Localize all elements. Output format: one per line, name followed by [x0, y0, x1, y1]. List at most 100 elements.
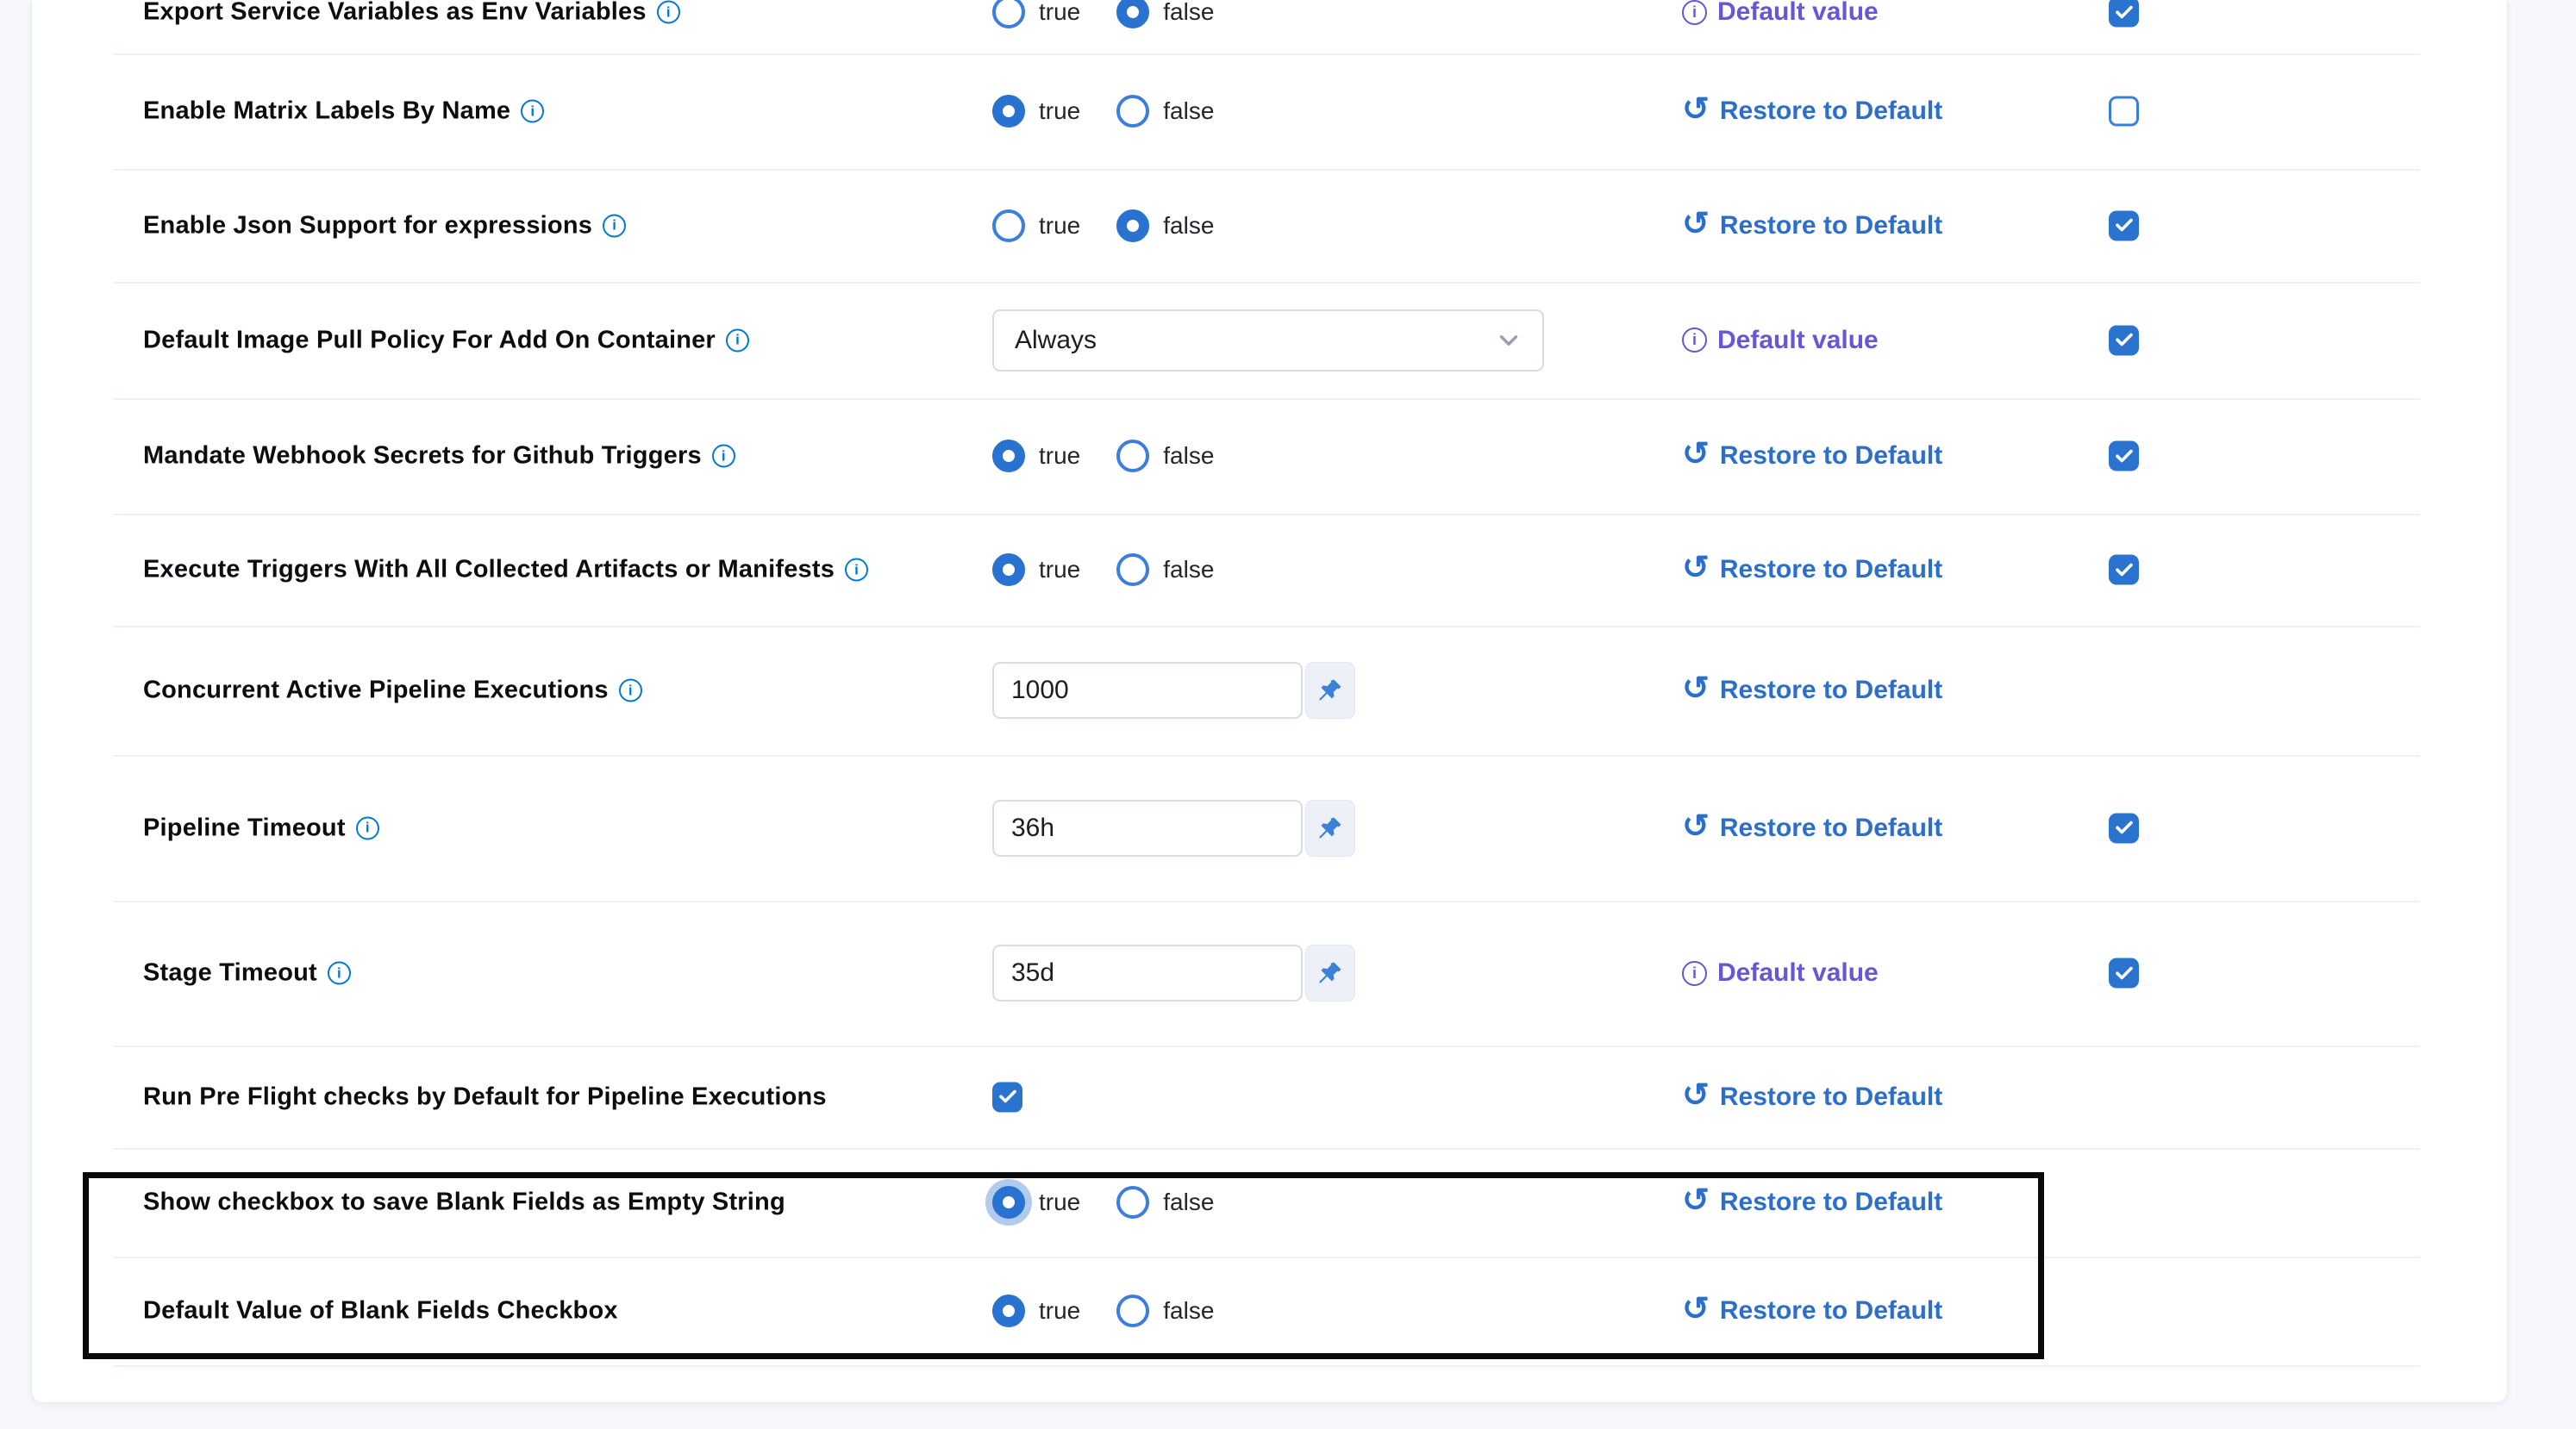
settings-panel: Export Service Variables as Env Variable… — [31, 0, 2508, 1403]
radio-true-label[interactable]: true — [1039, 442, 1080, 470]
restore-to-default-link[interactable]: ↺ Restore to Default — [1682, 95, 1942, 128]
radio-group: true false — [992, 1186, 1236, 1219]
setting-row: Pipeline Timeout i ↺ Restore to Default — [32, 755, 2507, 901]
setting-label: Pipeline Timeout — [143, 814, 346, 842]
radio-true[interactable] — [992, 95, 1025, 128]
radio-false-label[interactable]: false — [1163, 97, 1214, 125]
radio-true-label[interactable]: true — [1039, 97, 1080, 125]
stage-timeout-input[interactable] — [992, 945, 1303, 1002]
restore-icon: ↺ — [1682, 672, 1710, 705]
radio-true[interactable] — [992, 0, 1025, 28]
setting-row: Enable Json Support for expressions i tr… — [32, 169, 2507, 282]
allow-override-checkbox[interactable] — [2109, 813, 2139, 843]
radio-false-label[interactable]: false — [1163, 1297, 1214, 1325]
radio-false[interactable] — [1116, 1295, 1149, 1327]
info-icon[interactable]: i — [1682, 328, 1707, 353]
pin-button[interactable] — [1305, 800, 1355, 857]
restore-to-default-link[interactable]: ↺ Restore to Default — [1682, 812, 1942, 845]
preflight-checkbox[interactable] — [992, 1082, 1022, 1112]
pin-icon — [1316, 814, 1344, 842]
chevron-down-icon — [1494, 326, 1523, 355]
pin-icon — [1316, 677, 1344, 704]
radio-false[interactable] — [1116, 553, 1149, 586]
image-pull-policy-select[interactable]: Always — [992, 309, 1544, 371]
radio-false-label[interactable]: false — [1163, 556, 1214, 583]
info-icon[interactable]: i — [603, 214, 626, 237]
info-icon[interactable]: i — [356, 816, 379, 839]
setting-label: Concurrent Active Pipeline Executions — [143, 677, 609, 705]
setting-label: Execute Triggers With All Collected Arti… — [143, 556, 835, 584]
restore-to-default-link[interactable]: ↺ Restore to Default — [1682, 674, 1942, 707]
setting-label: Default Value of Blank Fields Checkbox — [143, 1297, 618, 1326]
default-value-indicator: i Default value — [1682, 958, 1879, 988]
info-icon[interactable]: i — [657, 1, 680, 24]
pin-button[interactable] — [1305, 945, 1355, 1002]
radio-false[interactable] — [1116, 95, 1149, 128]
allow-override-checkbox[interactable] — [2109, 97, 2139, 127]
restore-to-default-link[interactable]: ↺ Restore to Default — [1682, 1295, 1942, 1327]
input-with-pin — [992, 800, 1355, 857]
radio-true[interactable] — [992, 440, 1025, 472]
allow-override-checkbox[interactable] — [2109, 958, 2139, 989]
info-icon[interactable]: i — [845, 558, 868, 582]
setting-label: Enable Matrix Labels By Name — [143, 97, 510, 126]
allow-override-checkbox[interactable] — [2109, 555, 2139, 585]
status-label: Restore to Default — [1720, 1083, 1942, 1112]
radio-false[interactable] — [1116, 0, 1149, 28]
restore-to-default-link[interactable]: ↺ Restore to Default — [1682, 440, 1942, 472]
allow-override-checkbox[interactable] — [2109, 441, 2139, 471]
info-icon[interactable]: i — [619, 679, 642, 702]
setting-row: Mandate Webhook Secrets for Github Trigg… — [32, 398, 2507, 514]
radio-group: true false — [992, 95, 1236, 128]
radio-false-label[interactable]: false — [1163, 1189, 1214, 1216]
restore-to-default-link[interactable]: ↺ Restore to Default — [1682, 209, 1942, 242]
radio-false[interactable] — [1116, 209, 1149, 242]
radio-false-label[interactable]: false — [1163, 0, 1214, 26]
info-icon[interactable]: i — [712, 445, 735, 468]
concurrent-executions-input[interactable] — [992, 662, 1303, 719]
radio-true[interactable] — [992, 209, 1025, 242]
radio-true[interactable] — [992, 553, 1025, 586]
restore-icon: ↺ — [1682, 1293, 1710, 1326]
radio-false-label[interactable]: false — [1163, 442, 1214, 470]
default-value-indicator: i Default value — [1682, 326, 1879, 355]
radio-true-label[interactable]: true — [1039, 556, 1080, 583]
pipeline-timeout-input[interactable] — [992, 800, 1303, 857]
radio-false[interactable] — [1116, 1186, 1149, 1219]
radio-true-label[interactable]: true — [1039, 212, 1080, 240]
radio-true-label[interactable]: true — [1039, 0, 1080, 26]
allow-override-checkbox[interactable] — [2109, 325, 2139, 355]
restore-to-default-link[interactable]: ↺ Restore to Default — [1682, 1186, 1942, 1219]
default-value-indicator: i Default value — [1682, 0, 1879, 27]
info-icon[interactable]: i — [521, 100, 544, 123]
status-label: Restore to Default — [1720, 555, 1942, 584]
card-footer-spacer — [32, 1365, 2507, 1403]
restore-icon: ↺ — [1682, 552, 1710, 584]
setting-label: Show checkbox to save Blank Fields as Em… — [143, 1189, 785, 1217]
setting-label: Enable Json Support for expressions — [143, 211, 592, 240]
check-icon — [2114, 2, 2135, 22]
setting-row: Concurrent Active Pipeline Executions i … — [32, 626, 2507, 755]
check-icon — [2114, 818, 2135, 839]
info-icon[interactable]: i — [1682, 961, 1707, 986]
radio-group: true false — [992, 553, 1236, 586]
allow-override-checkbox[interactable] — [2109, 0, 2139, 28]
setting-row: Export Service Variables as Env Variable… — [32, 0, 2507, 53]
info-icon[interactable]: i — [1682, 0, 1707, 25]
radio-false-label[interactable]: false — [1163, 212, 1214, 240]
radio-true[interactable] — [992, 1295, 1025, 1327]
radio-group: true false — [992, 209, 1236, 242]
allow-override-checkbox[interactable] — [2109, 210, 2139, 240]
radio-true-label[interactable]: true — [1039, 1189, 1080, 1216]
restore-to-default-link[interactable]: ↺ Restore to Default — [1682, 553, 1942, 586]
radio-false[interactable] — [1116, 440, 1149, 472]
radio-true-label[interactable]: true — [1039, 1297, 1080, 1325]
check-icon — [2114, 559, 2135, 580]
info-icon[interactable]: i — [726, 328, 749, 352]
pin-button[interactable] — [1305, 662, 1355, 719]
restore-icon: ↺ — [1682, 810, 1710, 843]
radio-true[interactable] — [992, 1186, 1025, 1219]
info-icon[interactable]: i — [328, 962, 351, 985]
restore-to-default-link[interactable]: ↺ Restore to Default — [1682, 1081, 1942, 1114]
restore-icon: ↺ — [1682, 438, 1710, 471]
